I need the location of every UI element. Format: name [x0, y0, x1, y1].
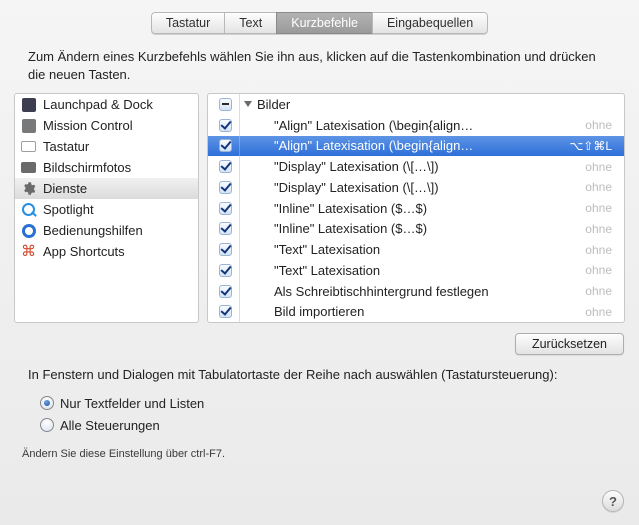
shortcut-label: "Align" Latexisation (\begin{align… — [240, 118, 577, 133]
keyboard-icon — [21, 139, 36, 154]
shortcut-row[interactable]: Als Schreibtischhintergrund festlegen oh… — [208, 281, 624, 302]
shortcut-row[interactable]: "Align" Latexisation (\begin{align… ohne — [208, 115, 624, 136]
group-header-bilder[interactable]: Bilder — [208, 94, 624, 115]
shortcut-row[interactable]: "Inline" Latexisation ($…$) ohne — [208, 198, 624, 219]
sidebar-item-bedienungshilfen[interactable]: Bedienungshilfen — [15, 220, 198, 241]
gear-icon — [21, 181, 36, 196]
magnifier-icon — [21, 202, 36, 217]
sidebar-item-spotlight[interactable]: Spotlight — [15, 199, 198, 220]
shortcut-key[interactable]: ohne — [577, 180, 620, 194]
shortcut-label: "Inline" Latexisation ($…$) — [240, 221, 577, 236]
checkbox-mixed[interactable] — [219, 98, 232, 111]
shortcut-key[interactable]: ohne — [577, 201, 620, 215]
checkbox[interactable] — [219, 222, 232, 235]
shortcut-row[interactable]: "Align" Latexisation (\begin{align… ⌥⇧⌘L — [208, 136, 624, 157]
shortcut-list[interactable]: Bilder "Align" Latexisation (\begin{alig… — [207, 93, 625, 323]
keyboard-access-instruction: In Fenstern und Dialogen mit Tabulatorta… — [0, 361, 639, 386]
shortcut-label: Als Schreibtischhintergrund festlegen — [240, 284, 577, 299]
shortcut-row[interactable]: "Text" Latexisation ohne — [208, 239, 624, 260]
help-button[interactable]: ? — [602, 490, 624, 512]
shortcut-key[interactable]: ⌥⇧⌘L — [561, 139, 620, 153]
disclosure-triangle-icon[interactable] — [244, 101, 252, 107]
sidebar-item-label: Bildschirmfotos — [43, 160, 131, 175]
checkbox[interactable] — [219, 305, 232, 318]
keyboard-access-radio-group: Nur Textfelder und Listen Alle Steuerung… — [0, 386, 639, 442]
shortcut-row[interactable]: "Display" Latexisation (\[…\]) ohne — [208, 177, 624, 198]
checkbox[interactable] — [219, 139, 232, 152]
app-shortcuts-icon: ⌘ — [21, 244, 36, 259]
shortcut-row[interactable]: "Text" Latexisation ohne — [208, 260, 624, 281]
shortcut-key[interactable]: ohne — [577, 263, 620, 277]
checkbox[interactable] — [219, 119, 232, 132]
radio-button[interactable] — [40, 418, 54, 432]
shortcut-key[interactable]: ohne — [577, 118, 620, 132]
sidebar-item-label: Dienste — [43, 181, 87, 196]
shortcut-row[interactable]: "Display" Latexisation (\[…\]) ohne — [208, 156, 624, 177]
shortcut-label: Bild importieren — [240, 304, 577, 319]
tab-bar: Tastatur Text Kurzbefehle Eingabequellen — [0, 0, 639, 40]
checkbox[interactable] — [219, 243, 232, 256]
sidebar-item-launchpad[interactable]: Launchpad & Dock — [15, 94, 198, 115]
sidebar-item-label: Mission Control — [43, 118, 133, 133]
shortcut-key[interactable]: ohne — [577, 222, 620, 236]
checkbox[interactable] — [219, 264, 232, 277]
checkbox[interactable] — [219, 160, 232, 173]
shortcut-key[interactable]: ohne — [577, 284, 620, 298]
sidebar-item-label: Spotlight — [43, 202, 94, 217]
sidebar-item-bildschirmfotos[interactable]: Bildschirmfotos — [15, 157, 198, 178]
shortcut-label: "Inline" Latexisation ($…$) — [240, 201, 577, 216]
shortcut-label: "Display" Latexisation (\[…\]) — [240, 159, 577, 174]
radio-all-controls[interactable]: Alle Steuerungen — [40, 414, 599, 436]
sidebar-item-label: App Shortcuts — [43, 244, 125, 259]
tab-group: Tastatur Text Kurzbefehle Eingabequellen — [151, 12, 488, 34]
category-list[interactable]: Launchpad & Dock Mission Control Tastatu… — [14, 93, 199, 323]
radio-label: Nur Textfelder und Listen — [60, 396, 204, 411]
reset-row: Zurücksetzen — [0, 323, 639, 361]
sidebar-item-mission-control[interactable]: Mission Control — [15, 115, 198, 136]
shortcut-label: "Text" Latexisation — [240, 242, 577, 257]
preferences-pane: Tastatur Text Kurzbefehle Eingabequellen… — [0, 0, 639, 525]
shortcut-key[interactable]: ohne — [577, 305, 620, 319]
checkbox[interactable] — [219, 181, 232, 194]
instruction-text: Zum Ändern eines Kurzbefehls wählen Sie … — [0, 40, 639, 93]
radio-button[interactable] — [40, 396, 54, 410]
launchpad-icon — [21, 97, 36, 112]
group-label: Bilder — [257, 97, 290, 112]
shortcut-label: "Align" Latexisation (\begin{align… — [240, 138, 561, 153]
checkbox[interactable] — [219, 285, 232, 298]
shortcut-row[interactable]: "Inline" Latexisation ($…$) ohne — [208, 219, 624, 240]
tab-text[interactable]: Text — [224, 12, 276, 34]
sidebar-item-label: Tastatur — [43, 139, 89, 154]
tab-kurzbefehle[interactable]: Kurzbefehle — [276, 12, 372, 34]
accessibility-icon — [21, 223, 36, 238]
sidebar-item-dienste[interactable]: Dienste — [15, 178, 198, 199]
checkbox[interactable] — [219, 202, 232, 215]
hint-text: Ändern Sie diese Einstellung über ctrl-F… — [0, 442, 639, 460]
shortcut-key[interactable]: ohne — [577, 160, 620, 174]
mission-control-icon — [21, 118, 36, 133]
radio-text-fields-only[interactable]: Nur Textfelder und Listen — [40, 392, 599, 414]
lists-container: Launchpad & Dock Mission Control Tastatu… — [0, 93, 639, 323]
shortcut-label: "Text" Latexisation — [240, 263, 577, 278]
sidebar-item-label: Bedienungshilfen — [43, 223, 143, 238]
sidebar-item-tastatur[interactable]: Tastatur — [15, 136, 198, 157]
reset-button[interactable]: Zurücksetzen — [515, 333, 624, 355]
shortcut-label: "Display" Latexisation (\[…\]) — [240, 180, 577, 195]
radio-label: Alle Steuerungen — [60, 418, 160, 433]
camera-icon — [21, 160, 36, 175]
tab-tastatur[interactable]: Tastatur — [151, 12, 224, 34]
sidebar-item-app-shortcuts[interactable]: ⌘ App Shortcuts — [15, 241, 198, 262]
sidebar-item-label: Launchpad & Dock — [43, 97, 153, 112]
shortcut-key[interactable]: ohne — [577, 243, 620, 257]
shortcut-row[interactable]: Bild importieren ohne — [208, 301, 624, 322]
tab-eingabequellen[interactable]: Eingabequellen — [372, 12, 488, 34]
